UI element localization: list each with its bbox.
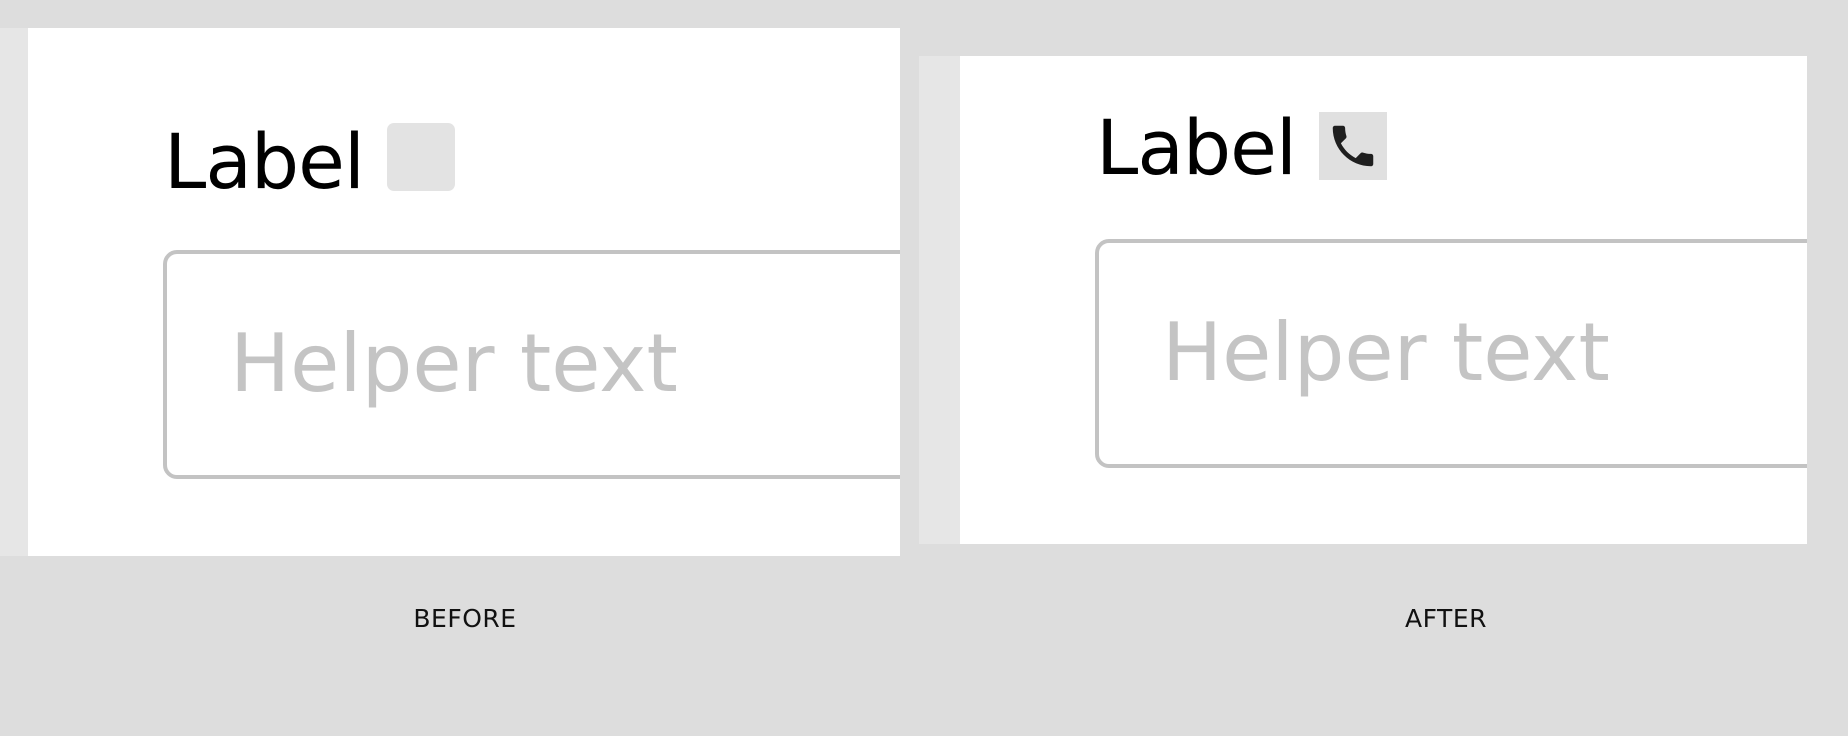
after-caption: AFTER bbox=[1405, 604, 1487, 633]
phone-icon-glyph bbox=[1332, 125, 1374, 167]
phone-icon bbox=[1319, 112, 1387, 180]
comparison-stage: Label Helper text Label Helper text BEFO… bbox=[0, 0, 1848, 736]
field-label: Label bbox=[1096, 103, 1297, 192]
before-panel: Label Helper text bbox=[0, 28, 900, 556]
empty-icon-placeholder bbox=[387, 123, 455, 191]
helper-text-input[interactable]: Helper text bbox=[163, 250, 900, 479]
helper-text-placeholder: Helper text bbox=[1162, 306, 1610, 399]
helper-text-placeholder: Helper text bbox=[230, 317, 678, 410]
after-panel-content: Label Helper text bbox=[960, 56, 1807, 544]
helper-text-input[interactable]: Helper text bbox=[1095, 239, 1807, 468]
before-panel-content: Label Helper text bbox=[28, 28, 900, 556]
before-caption: BEFORE bbox=[413, 604, 517, 633]
field-label: Label bbox=[164, 117, 365, 206]
after-panel: Label Helper text bbox=[919, 56, 1807, 544]
